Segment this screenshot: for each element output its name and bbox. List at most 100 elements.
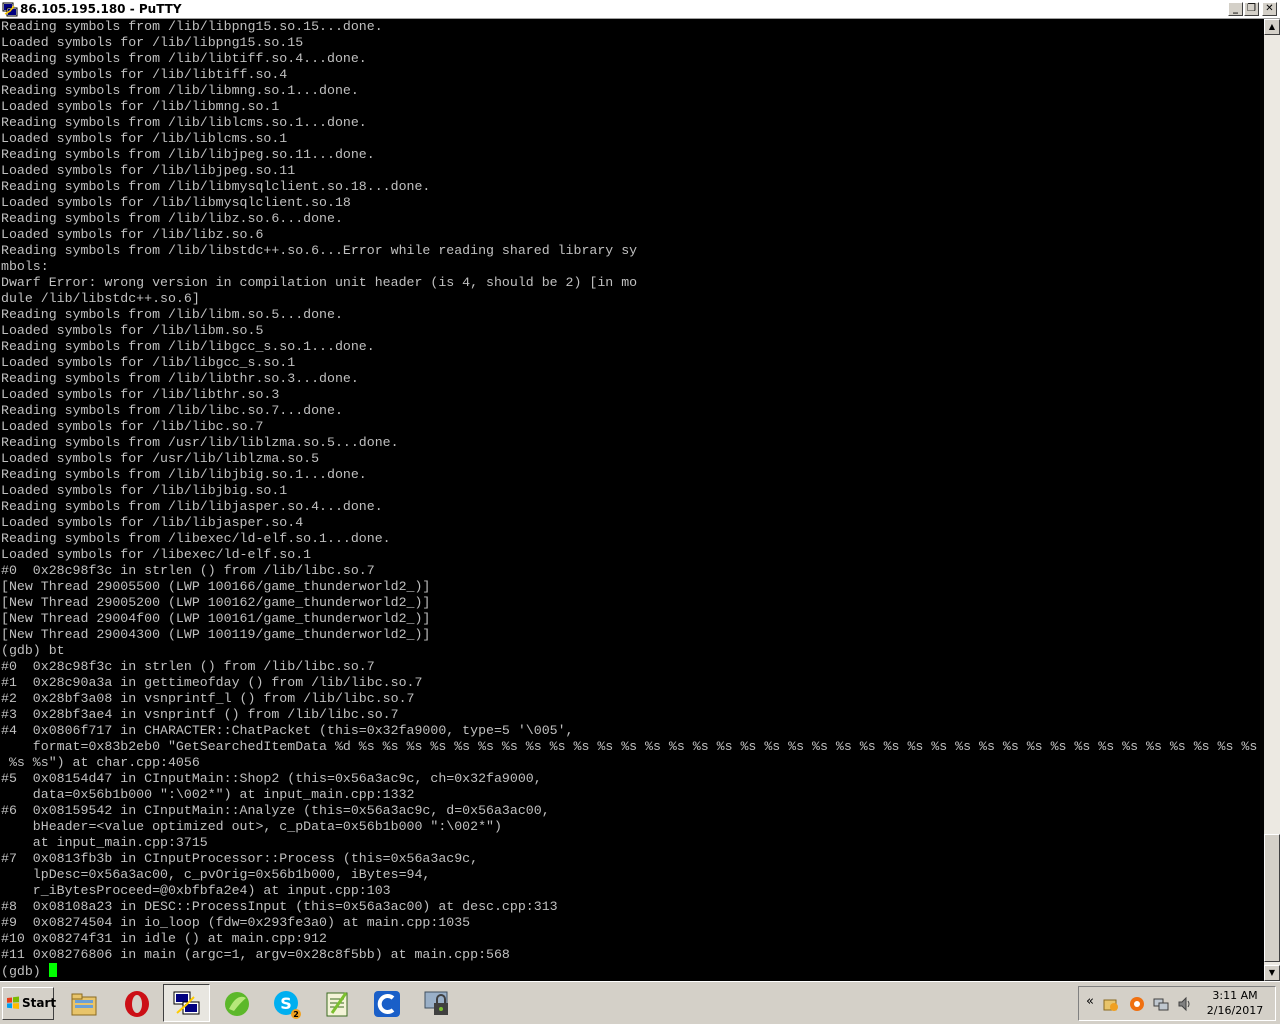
terminal-line: #2 0x28bf3a08 in vsnprintf_l () from /li… (1, 691, 415, 706)
terminal-line: #1 0x28c90a3a in gettimeofday () from /l… (1, 675, 423, 690)
terminal-line: bHeader=<value optimized out>, c_pData=0… (1, 819, 502, 834)
close-button[interactable]: ✕ (1262, 2, 1277, 16)
clock-time[interactable]: 3:11 AM (1200, 989, 1270, 1002)
taskbar-file-explorer[interactable] (60, 984, 107, 1022)
show-hidden-icons-icon[interactable]: « (1086, 994, 1094, 1009)
taskbar-skype[interactable]: S 2 (263, 984, 310, 1022)
terminal-line: #11 0x08276806 in main (argc=1, argv=0x2… (1, 947, 510, 962)
start-button[interactable]: Start (2, 987, 57, 1020)
terminal-line: [New Thread 29005500 (LWP 100166/game_th… (1, 579, 431, 594)
terminal-line: Loaded symbols for /lib/libjpeg.so.11 (1, 163, 296, 178)
terminal-line: Loaded symbols for /lib/libtiff.so.4 (1, 67, 288, 82)
terminal-line: format=0x83b2eb0 "GetSearchedItemData %d… (32, 739, 1258, 754)
tray-badge-icon[interactable] (1103, 996, 1119, 1012)
terminal-line: #0 0x28c98f3c in strlen () from /lib/lib… (1, 563, 375, 578)
taskbar-putty[interactable] (163, 984, 210, 1022)
avast-icon[interactable] (1129, 996, 1145, 1012)
volume-icon[interactable] (1177, 996, 1193, 1012)
scroll-thumb[interactable] (1264, 834, 1280, 962)
terminal-line: Loaded symbols for /lib/libmysqlclient.s… (1, 195, 351, 210)
terminal-line: data=0x56b1b000 ":\002*") at input_main.… (1, 787, 415, 802)
terminal-line: Reading symbols from /lib/liblcms.so.1..… (1, 115, 367, 130)
windows-logo-icon (7, 996, 19, 1009)
terminal-line: Loaded symbols for /lib/liblcms.so.1 (1, 131, 288, 146)
terminal-output: Reading symbols from /lib/libpng15.so.15… (0, 19, 1264, 980)
terminal-line: Reading symbols from /lib/libjpeg.so.11.… (1, 147, 375, 162)
clock-date[interactable]: 2/16/2017 (1200, 1004, 1270, 1017)
terminal-line: Reading symbols from /usr/lib/liblzma.so… (1, 435, 399, 450)
system-tray: « 3:11 AM 2/16/2017 (1078, 986, 1276, 1021)
terminal-line: Loaded symbols for /lib/libpng15.so.15 (1, 35, 304, 50)
terminal-line: Reading symbols from /lib/libc.so.7...do… (1, 403, 343, 418)
terminal-line: Loaded symbols for /lib/libm.so.5 (1, 323, 264, 338)
terminal-line: [New Thread 29004f00 (LWP 100161/game_th… (1, 611, 431, 626)
terminal-line: Loaded symbols for /usr/lib/liblzma.so.5 (1, 451, 320, 466)
terminal-line: Loaded symbols for /lib/libthr.so.3 (1, 387, 280, 402)
terminal-line: Loaded symbols for /lib/libjasper.so.4 (1, 515, 304, 530)
terminal-area[interactable]: Reading symbols from /lib/libpng15.so.15… (0, 19, 1264, 981)
terminal-line: Dwarf Error: wrong version in compilatio… (1, 275, 638, 290)
terminal-line: #4 0x0806f717 in CHARACTER::ChatPacket (… (1, 723, 574, 738)
terminal-line: #7 0x0813fb3b in CInputProcessor::Proces… (1, 851, 479, 866)
taskbar-notepad-plus-plus[interactable] (313, 984, 360, 1022)
terminal-line: Reading symbols from /lib/libz.so.6...do… (1, 211, 343, 226)
svg-text:S: S (280, 994, 292, 1013)
terminal-line: Loaded symbols for /libexec/ld-elf.so.1 (1, 547, 312, 562)
terminal-line: Loaded symbols for /lib/libgcc_s.so.1 (1, 355, 296, 370)
terminal-line: lpDesc=0x56a3ac00, c_pvOrig=0x56b1b000, … (1, 867, 431, 882)
taskbar: Start S 2 « 3:11 AM 2/16/2017 (0, 981, 1280, 1024)
terminal-line: Loaded symbols for /lib/libmng.so.1 (1, 99, 280, 114)
network-icon[interactable] (1153, 996, 1169, 1012)
terminal-line: #8 0x08108a23 in DESC::ProcessInput (thi… (1, 899, 558, 914)
restore-button[interactable]: ❐ (1244, 2, 1259, 16)
terminal-line: r_iBytesProceed=@0xbfbfa2e4) at input.cp… (1, 883, 391, 898)
terminal-line: #6 0x08159542 in CInputMain::Analyze (th… (1, 803, 550, 818)
title-bar[interactable]: 86.105.195.180 - PuTTY _ ❐ ✕ (0, 0, 1280, 19)
taskbar-ccleaner[interactable] (363, 984, 410, 1022)
terminal-line: Loaded symbols for /lib/libz.so.6 (1, 227, 264, 242)
terminal-line: dule /lib/libstdc++.so.6] (1, 291, 200, 306)
terminal-line: Reading symbols from /lib/libjasper.so.4… (1, 499, 383, 514)
terminal-line: #9 0x08274504 in io_loop (fdw=0x293fe3a0… (1, 915, 471, 930)
security-lock-icon (424, 991, 448, 1015)
green-leaf-icon (225, 992, 249, 1016)
putty-icon (173, 991, 200, 1015)
terminal-line: Reading symbols from /lib/libgcc_s.so.1.… (1, 339, 375, 354)
terminal-line: Loaded symbols for /lib/libc.so.7 (1, 419, 264, 434)
terminal-line: mbols: (1, 259, 49, 274)
minimize-button[interactable]: _ (1228, 2, 1243, 16)
terminal-line: %s %s") at char.cpp:4056 (1, 755, 200, 770)
terminal-line: #10 0x08274f31 in idle () at main.cpp:91… (1, 931, 328, 946)
skype-icon: S 2 (274, 991, 301, 1019)
ccleaner-icon (374, 991, 400, 1017)
scroll-down-button[interactable]: ▼ (1264, 965, 1280, 981)
file-explorer-icon (71, 993, 97, 1016)
terminal-line: Reading symbols from /lib/libpng15.so.15… (1, 19, 383, 34)
terminal-line: Loaded symbols for /lib/libjbig.so.1 (1, 483, 288, 498)
terminal-line: (gdb) bt (1, 643, 65, 658)
opera-icon (125, 991, 149, 1017)
putty-app-icon[interactable] (2, 2, 18, 17)
terminal-line: #5 0x08154d47 in CInputMain::Shop2 (this… (1, 771, 542, 786)
terminal-line: Reading symbols from /libexec/ld-elf.so.… (1, 531, 391, 546)
gdb-prompt: (gdb) (1, 964, 49, 979)
terminal-line: [New Thread 29005200 (LWP 100162/game_th… (1, 595, 431, 610)
skype-badge: 2 (293, 1010, 299, 1019)
window-title: 86.105.195.180 - PuTTY (20, 2, 182, 16)
scroll-up-button[interactable]: ▲ (1264, 19, 1280, 35)
notepad-plus-plus-icon (326, 992, 348, 1017)
terminal-line: Reading symbols from /lib/libjbig.so.1..… (1, 467, 367, 482)
terminal-line: Reading symbols from /lib/libmng.so.1...… (1, 83, 359, 98)
terminal-line: Reading symbols from /lib/libstdc++.so.6… (1, 243, 638, 258)
terminal-line: Reading symbols from /lib/libmysqlclient… (1, 179, 431, 194)
vertical-scrollbar[interactable]: ▲ ▼ (1264, 19, 1280, 981)
terminal-line: Reading symbols from /lib/libthr.so.3...… (1, 371, 359, 386)
terminal-line: at input_main.cpp:3715 (1, 835, 208, 850)
taskbar-green-app[interactable] (213, 984, 260, 1022)
taskbar-opera[interactable] (113, 984, 160, 1022)
terminal-line: Reading symbols from /lib/libm.so.5...do… (1, 307, 343, 322)
terminal-line: #3 0x28bf3ae4 in vsnprintf () from /lib/… (1, 707, 399, 722)
start-label: Start (22, 996, 57, 1010)
terminal-cursor (48, 963, 57, 977)
taskbar-security-app[interactable] (413, 984, 460, 1022)
